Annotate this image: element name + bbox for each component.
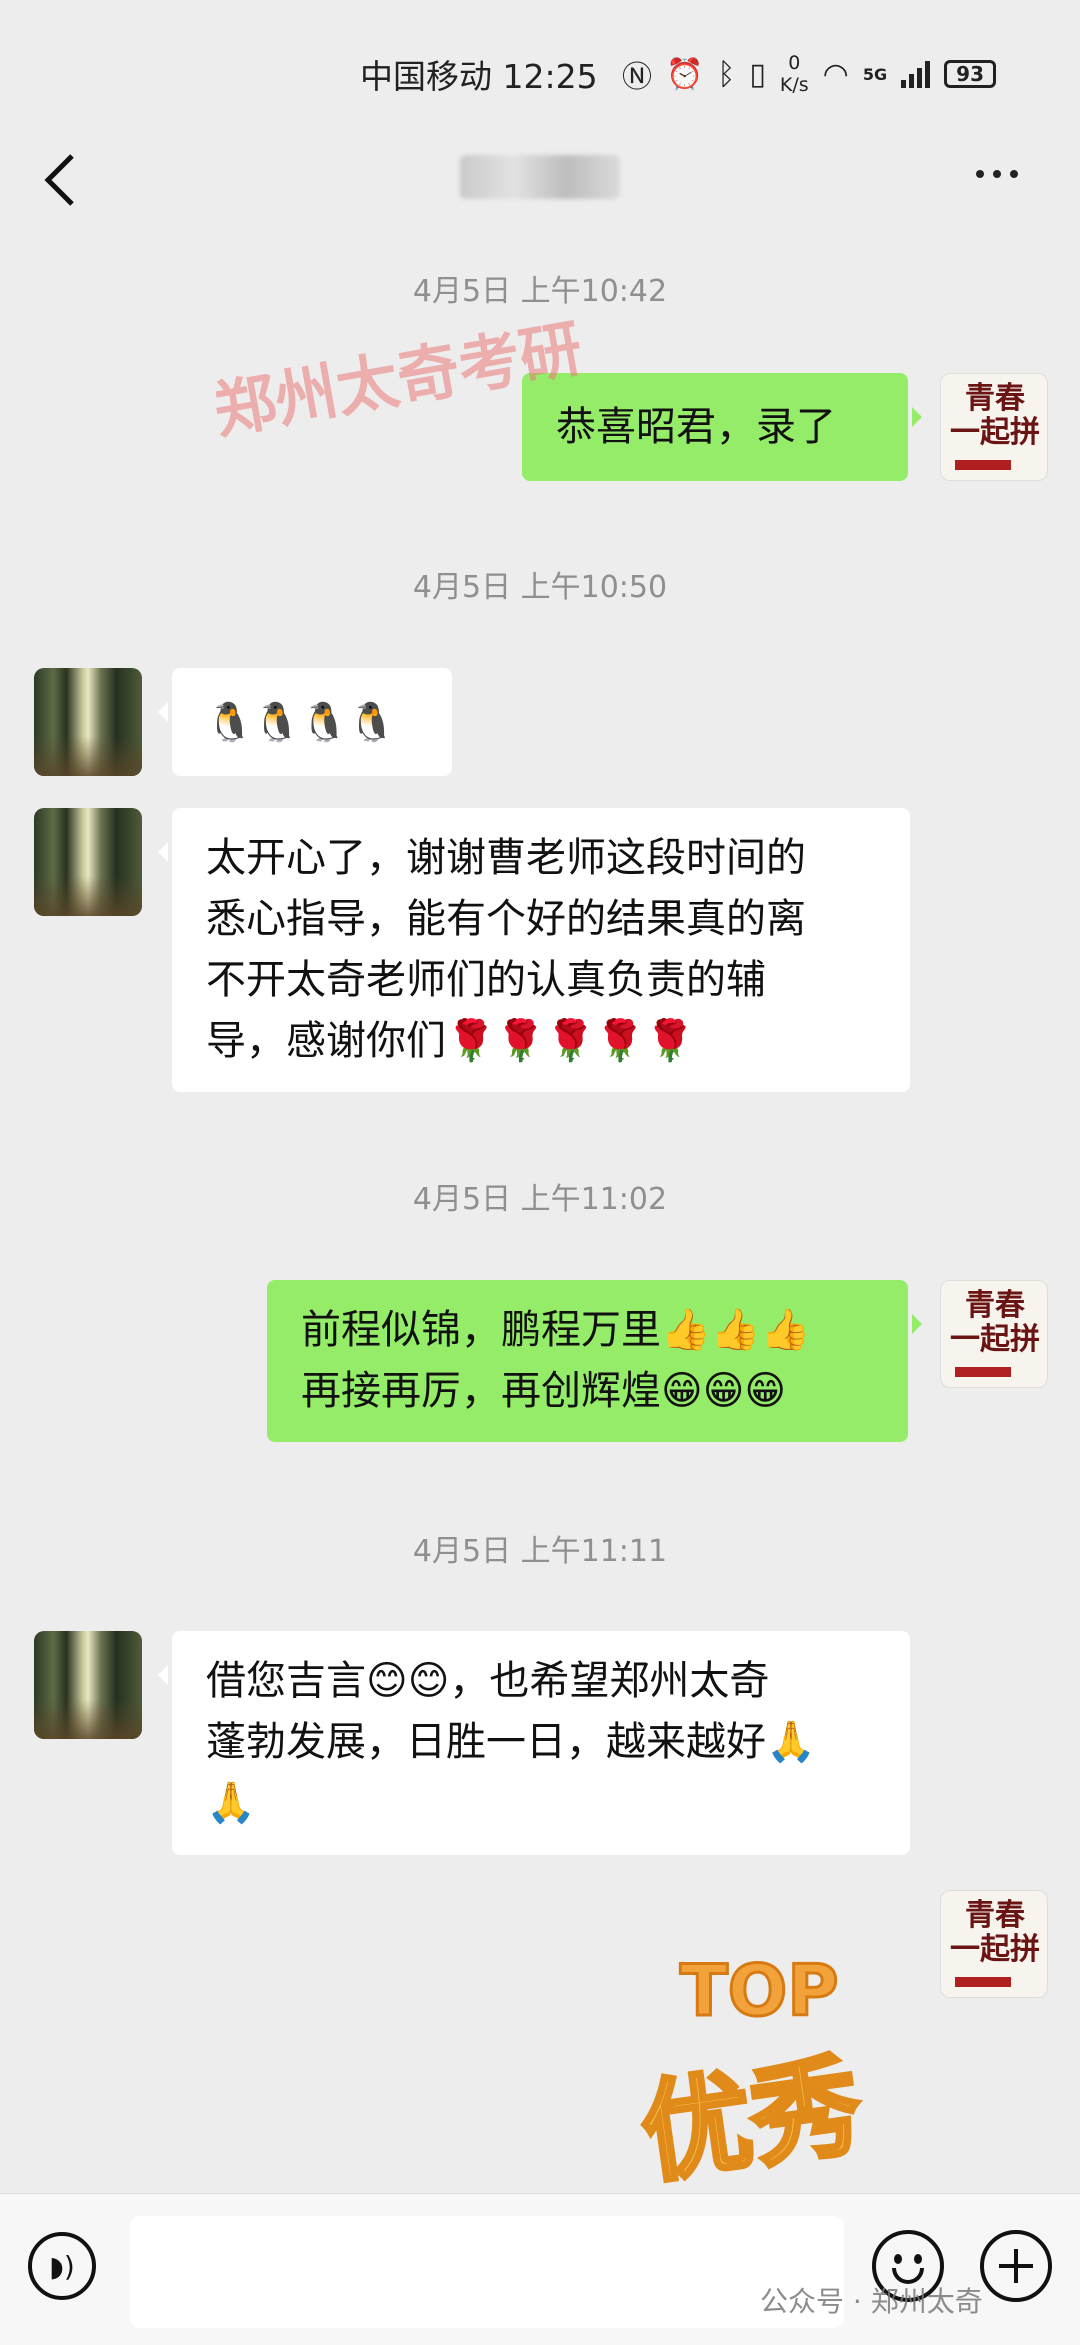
avatar-brand-text: 青春 一起拼: [950, 1288, 1040, 1357]
avatar-brand-text: 青春 一起拼: [950, 381, 1040, 450]
input-bar: ◗): [0, 2193, 1080, 2345]
avatar-contact[interactable]: [34, 808, 142, 916]
sticker-message[interactable]: TOP 优秀: [600, 1910, 900, 2201]
alarm-icon: ⏰: [666, 56, 704, 92]
brand-logo-icon: [955, 1977, 1011, 1987]
message-text: 借您吉言😊😊，也希望郑州太奇 蓬勃发展，日胜一日，越来越好🙏 🙏: [206, 1658, 816, 1826]
avatar-self[interactable]: 青春 一起拼: [940, 1280, 1048, 1388]
status-icons: Ⓝ ⏰ ᛒ ▯ 0 K/s ◠ 5G 93: [622, 52, 997, 96]
message-text: 太开心了，谢谢曹老师这段时间的 悉心指导，能有个好的结果真的离 不开太奇老师们的…: [206, 835, 806, 1064]
message-bubble-outgoing[interactable]: 恭喜昭君，录了: [522, 373, 922, 481]
avatar-self[interactable]: 青春 一起拼: [940, 1890, 1048, 1998]
contact-name: 卜研: [460, 155, 620, 199]
status-bar: 中国移动 12:25 Ⓝ ⏰ ᛒ ▯ 0 K/s ◠ 5G 93: [0, 0, 1080, 140]
brand-logo-icon: [955, 460, 1011, 470]
vibrate-icon: ▯: [749, 56, 766, 92]
message-input[interactable]: [130, 2216, 844, 2328]
message-bubble-incoming[interactable]: 🐧🐧🐧🐧: [158, 668, 452, 776]
plus-icon[interactable]: [980, 2230, 1052, 2302]
more-icon[interactable]: [976, 170, 1018, 178]
message-bubble-incoming[interactable]: 借您吉言😊😊，也希望郑州太奇 蓬勃发展，日胜一日，越来越好🙏 🙏: [158, 1631, 910, 1855]
avatar-contact[interactable]: [34, 668, 142, 776]
message-text: 前程似锦，鹏程万里👍👍👍 再接再厉，再创辉煌😁😁😁: [301, 1307, 811, 1414]
message-timestamp: 4月5日 上午11:02: [412, 1182, 668, 1217]
battery-icon: 93: [944, 60, 997, 88]
signal-icon: [901, 60, 931, 88]
message-timestamp: 4月5日 上午11:11: [412, 1534, 668, 1569]
sticker-main-text: 优秀: [632, 2039, 872, 2200]
avatar-contact[interactable]: [34, 1631, 142, 1739]
message-bubble-outgoing[interactable]: 前程似锦，鹏程万里👍👍👍 再接再厉，再创辉煌😁😁😁: [267, 1280, 922, 1442]
bluetooth-icon: ᛒ: [717, 56, 736, 92]
carrier-time: 中国移动 12:25: [360, 57, 598, 96]
message-bubble-incoming[interactable]: 太开心了，谢谢曹老师这段时间的 悉心指导，能有个好的结果真的离 不开太奇老师们的…: [158, 808, 910, 1092]
voice-icon[interactable]: ◗): [28, 2232, 96, 2300]
chat-header: 卜研: [0, 120, 1080, 235]
back-arrow-icon[interactable]: [38, 150, 82, 210]
message-text: 恭喜昭君，录了: [556, 403, 836, 450]
message-timestamp: 4月5日 上午10:50: [412, 570, 668, 605]
message-text: 🐧🐧🐧🐧: [206, 699, 396, 744]
network-speed-value: 0: [788, 52, 801, 74]
brand-logo-icon: [955, 1367, 1011, 1377]
wifi-icon: ◠: [822, 56, 849, 92]
network-speed-unit: K/s: [779, 74, 809, 96]
avatar-brand-text: 青春 一起拼: [950, 1898, 1040, 1967]
network-type: 5G: [862, 64, 888, 84]
network-speed: 0 K/s: [780, 52, 809, 96]
nfc-icon: Ⓝ: [622, 60, 652, 95]
footer-watermark: 公众号 · 郑州太奇: [760, 2285, 983, 2318]
avatar-self[interactable]: 青春 一起拼: [940, 373, 1048, 481]
